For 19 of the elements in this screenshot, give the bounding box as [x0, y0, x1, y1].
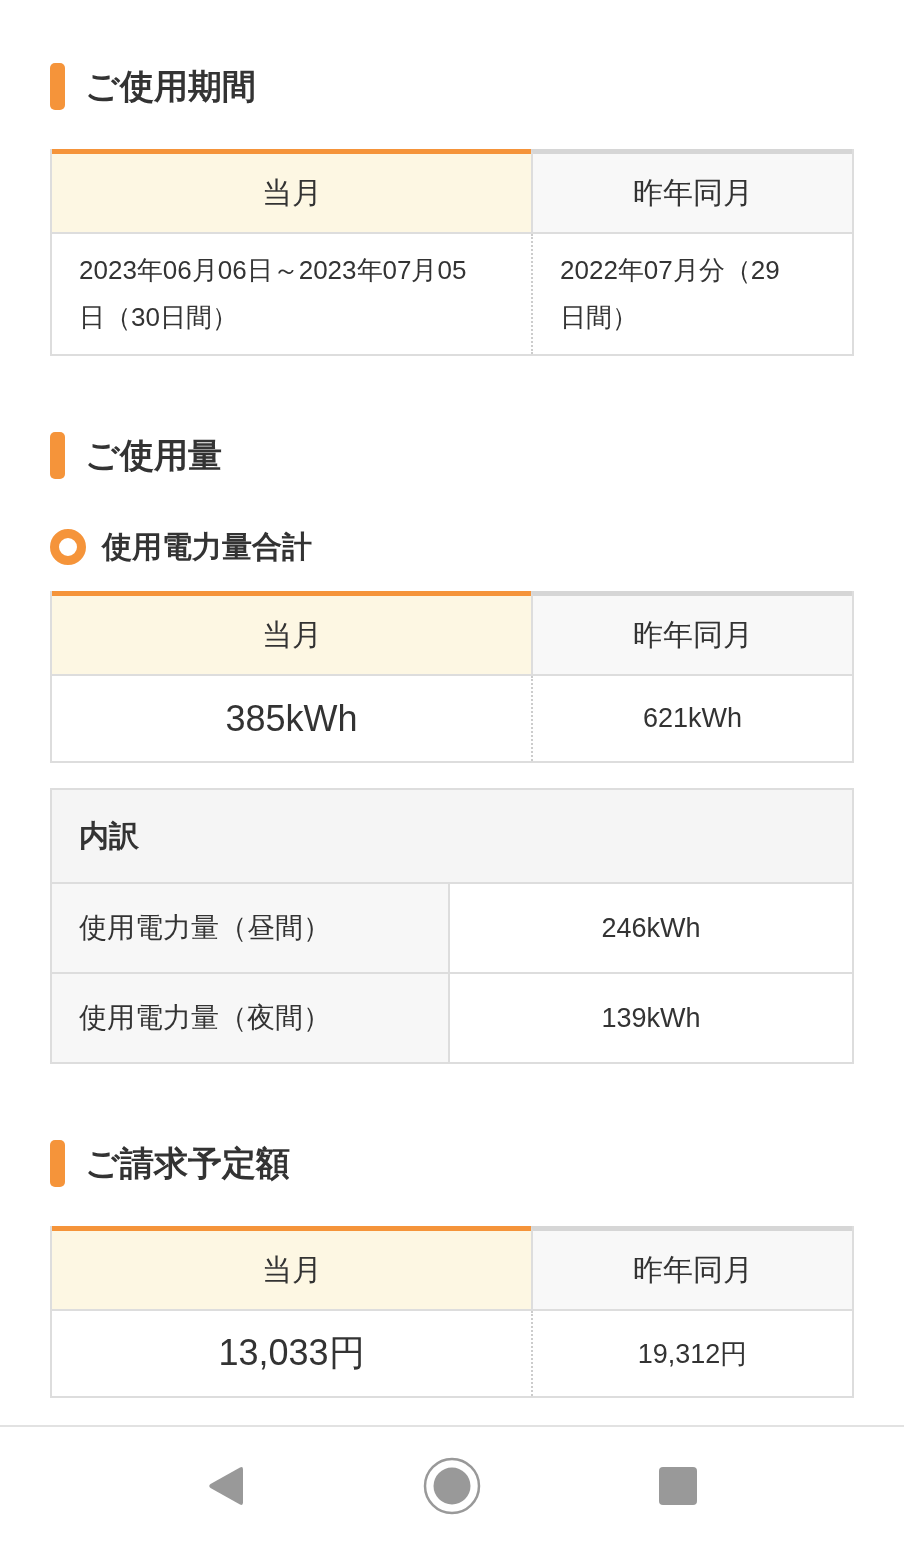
accent-bar-icon — [50, 432, 65, 479]
section-heading: ご使用期間 — [85, 66, 256, 107]
column-header: 昨年同月 — [531, 591, 852, 676]
column-header: 当月 — [52, 1226, 531, 1311]
accent-bar-icon — [50, 1140, 65, 1187]
back-icon[interactable] — [207, 1465, 245, 1507]
breakdown-title: 内訳 — [52, 790, 852, 882]
ring-icon — [50, 529, 86, 565]
row-label: 使用電力量（昼間） — [52, 884, 450, 972]
accent-bar-icon — [50, 63, 65, 110]
section-heading: ご請求予定額 — [85, 1143, 290, 1184]
column-header: 昨年同月 — [531, 1226, 852, 1311]
home-icon[interactable] — [423, 1457, 481, 1515]
column-header: 当月 — [52, 149, 531, 234]
row-label: 使用電力量（夜間） — [52, 974, 450, 1062]
column-header: 当月 — [52, 591, 531, 676]
subheading: 使用電力量合計 — [102, 529, 312, 565]
column-header: 昨年同月 — [531, 149, 852, 234]
section-heading: ご使用量 — [85, 435, 222, 476]
